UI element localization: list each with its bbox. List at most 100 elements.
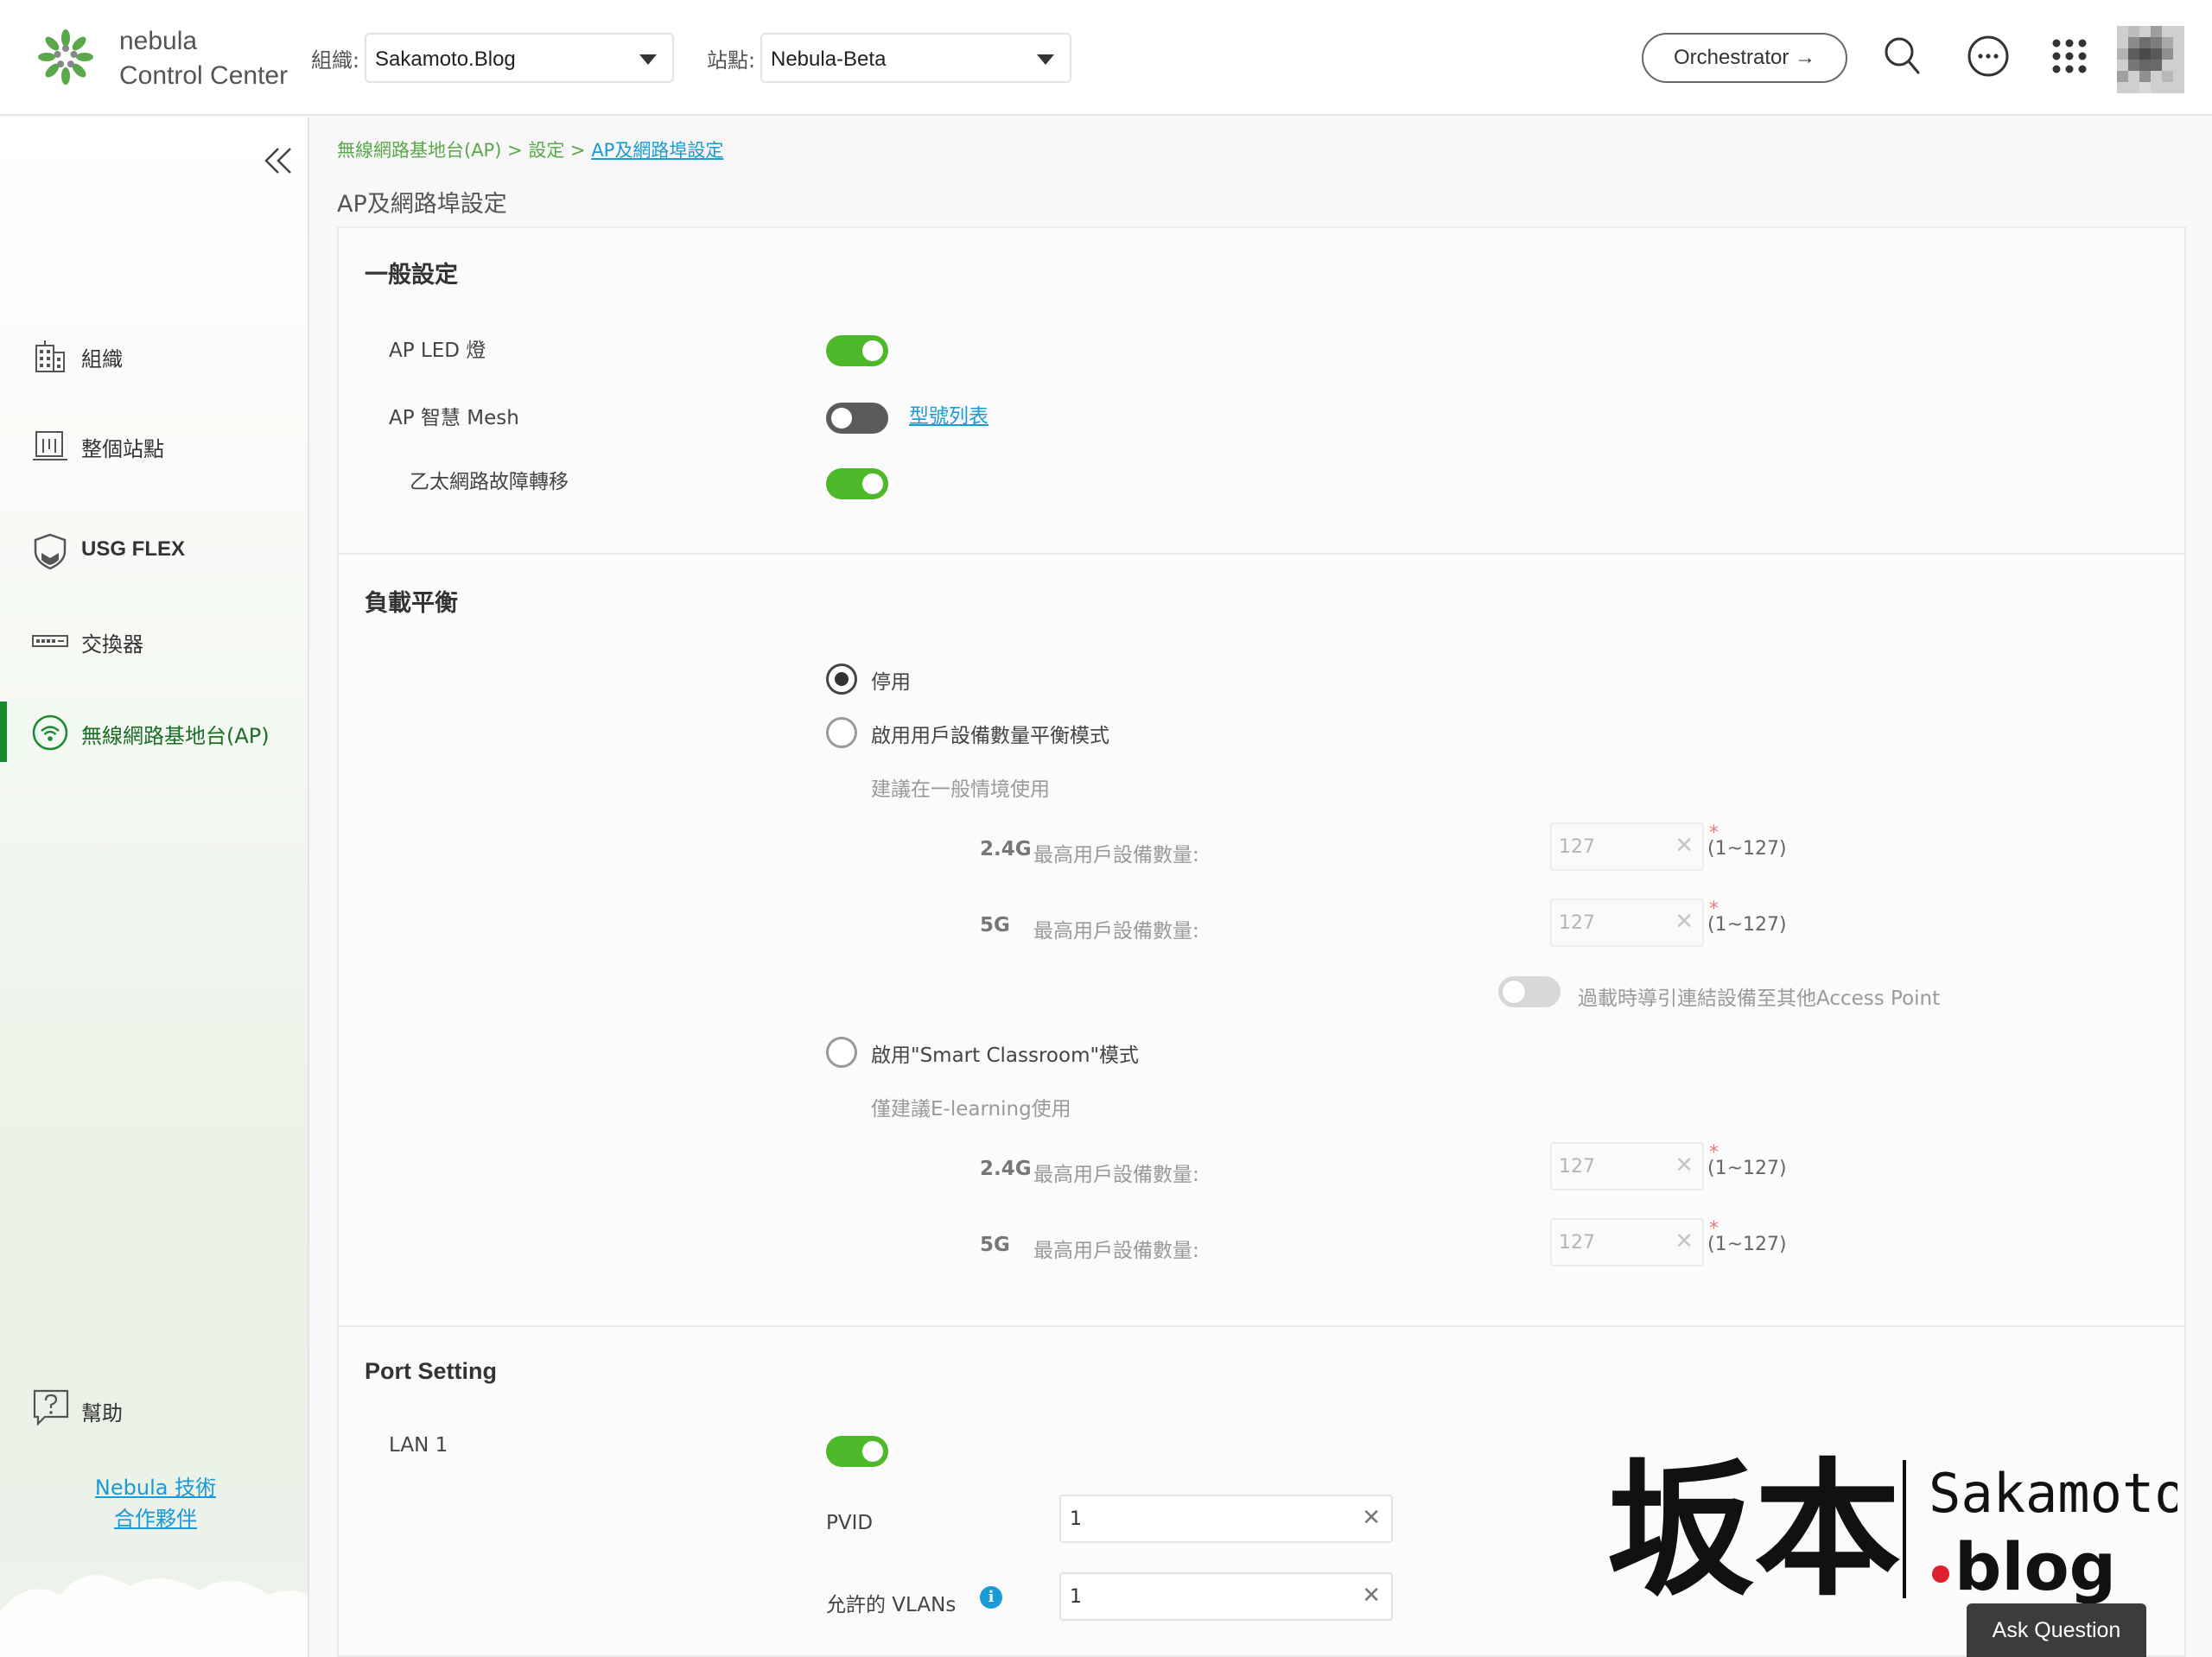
smart-classroom-hint: 僅建議E-learning使用 xyxy=(871,1098,1071,1121)
allowed-vlans-label: 允許的 VLANs xyxy=(826,1594,957,1616)
clouds-decoration xyxy=(0,1575,308,1657)
max-clients-label: 最高用戶設備數量: xyxy=(1033,1164,1199,1186)
watermark-line2: blog xyxy=(1955,1528,2116,1605)
section-divider xyxy=(339,1325,2184,1327)
lan1-label: LAN 1 xyxy=(389,1434,448,1457)
max-clients-label: 最高用戶設備數量: xyxy=(1033,1240,1199,1262)
general-section-title: 一般設定 xyxy=(365,262,458,289)
pvid-label: PVID xyxy=(826,1512,874,1534)
sidebar-item-switch[interactable]: 交換器 xyxy=(0,610,308,670)
search-icon[interactable] xyxy=(1877,31,1927,81)
client-balance-hint: 建議在一般情境使用 xyxy=(871,778,1050,801)
range-hint: (1~127) xyxy=(1707,838,1787,860)
app-title-line1: nebula xyxy=(119,27,198,55)
load-balance-section-title: 負載平衡 xyxy=(365,590,458,617)
max-clients-5g-input[interactable]: 127 ✕ xyxy=(1550,898,1704,947)
lan1-toggle[interactable] xyxy=(826,1436,888,1467)
clear-icon[interactable]: ✕ xyxy=(1675,833,1694,859)
input-value: 127 xyxy=(1559,912,1595,934)
clear-icon[interactable]: ✕ xyxy=(1675,1228,1694,1254)
breadcrumb: 無線網路基地台(AP) > 設定 > AP及網路埠設定 xyxy=(337,136,723,162)
sidebar-item-label: USG FLEX xyxy=(81,537,186,561)
sidebar-item-help[interactable]: 幫助 xyxy=(0,1379,308,1439)
sakamoto-blog-watermark: 坂本 Sakamoto blog xyxy=(1607,1417,2187,1633)
collapse-sidebar-icon[interactable] xyxy=(259,142,297,180)
avatar[interactable] xyxy=(2117,26,2184,93)
clear-icon[interactable]: ✕ xyxy=(1675,1152,1694,1178)
chevron-down-icon xyxy=(639,54,657,65)
sidebar-item-organization[interactable]: 組織 xyxy=(0,325,308,385)
breadcrumb-path[interactable]: 無線網路基地台(AP) > 設定 > xyxy=(337,140,591,161)
sidebar-item-label: 交換器 xyxy=(81,632,143,657)
input-value: 127 xyxy=(1559,1156,1595,1178)
ethernet-failover-toggle[interactable] xyxy=(826,468,888,499)
radio-client-balance[interactable] xyxy=(826,717,857,748)
ap-led-toggle[interactable] xyxy=(826,335,888,366)
max-clients-label: 最高用戶設備數量: xyxy=(1033,920,1199,943)
radio-client-balance-label: 啟用用戶設備數量平衡模式 xyxy=(871,725,1109,747)
site-select[interactable]: Nebula-Beta xyxy=(760,33,1071,83)
wifi-icon xyxy=(32,714,68,751)
info-icon[interactable]: i xyxy=(980,1586,1002,1609)
clear-icon[interactable]: ✕ xyxy=(1675,909,1694,935)
input-value: 1 xyxy=(1070,1508,1082,1530)
band-24g-label: 2.4G xyxy=(980,1158,1032,1180)
max-clients-label: 最高用戶設備數量: xyxy=(1033,844,1199,867)
toggle-knob xyxy=(862,1441,883,1462)
help-label: 幫助 xyxy=(81,1401,123,1425)
clear-icon[interactable]: ✕ xyxy=(1362,1505,1381,1531)
radio-smart-classroom[interactable] xyxy=(826,1037,857,1068)
shield-icon xyxy=(34,533,67,570)
apps-grid-icon[interactable] xyxy=(2044,31,2094,81)
clear-icon[interactable]: ✕ xyxy=(1362,1583,1381,1609)
app-title: nebula Control Center xyxy=(119,24,288,93)
range-hint: (1~127) xyxy=(1707,914,1787,936)
radio-disable-label: 停用 xyxy=(871,671,911,694)
steer-clients-label: 過載時導引連結設備至其他Access Point xyxy=(1578,987,1941,1010)
sidebar-item-ap[interactable]: 無線網路基地台(AP) xyxy=(0,702,308,762)
site-label: 站點: xyxy=(707,48,756,73)
orchestrator-button[interactable]: Orchestrator → xyxy=(1642,33,1847,83)
section-divider xyxy=(339,553,2184,555)
chevron-down-icon xyxy=(1037,54,1054,65)
sidebar-item-label: 整個站點 xyxy=(81,437,164,461)
band-5g-label: 5G xyxy=(980,914,1010,936)
band-5g-label: 5G xyxy=(980,1234,1010,1256)
input-value: 127 xyxy=(1559,1232,1595,1254)
chat-icon[interactable] xyxy=(1963,31,2013,81)
watermark-graphic: 坂本 Sakamoto blog xyxy=(1607,1444,2187,1616)
input-value: 127 xyxy=(1559,836,1595,858)
pvid-input[interactable]: 1 ✕ xyxy=(1059,1495,1393,1543)
partner-link-line1[interactable]: Nebula 技術 xyxy=(52,1472,259,1503)
range-hint: (1~127) xyxy=(1707,1234,1787,1255)
ap-mesh-toggle[interactable] xyxy=(826,403,888,434)
watermark-kanji: 坂本 xyxy=(1607,1444,1901,1616)
max-clients-24g-input[interactable]: 127 ✕ xyxy=(1550,822,1704,871)
classroom-max-clients-5g-input[interactable]: 127 ✕ xyxy=(1550,1218,1704,1267)
toggle-knob xyxy=(862,340,883,361)
sidebar-item-usg-flex[interactable]: USG FLEX xyxy=(0,520,308,581)
help-icon xyxy=(33,1389,69,1426)
ap-mesh-label: AP 智慧 Mesh xyxy=(389,407,519,429)
org-label: 組織: xyxy=(311,48,360,73)
watermark-line1: Sakamoto xyxy=(1929,1462,2177,1525)
ask-question-button[interactable]: Ask Question xyxy=(1967,1603,2146,1657)
sidebar-item-label: 無線網路基地台(AP) xyxy=(81,724,270,748)
ap-led-label: AP LED 燈 xyxy=(389,340,486,362)
steer-clients-toggle[interactable] xyxy=(1498,976,1560,1007)
ethernet-failover-label: 乙太網路故障轉移 xyxy=(410,471,569,493)
nebula-logo-icon[interactable] xyxy=(35,26,97,88)
allowed-vlans-input[interactable]: 1 ✕ xyxy=(1059,1572,1393,1621)
app-title-line2: Control Center xyxy=(119,61,289,90)
org-select[interactable]: Sakamoto.Blog xyxy=(365,33,674,83)
range-hint: (1~127) xyxy=(1707,1158,1787,1179)
sidebar-item-site[interactable]: 整個站點 xyxy=(0,415,308,475)
classroom-max-clients-24g-input[interactable]: 127 ✕ xyxy=(1550,1142,1704,1190)
radio-disable[interactable] xyxy=(826,663,857,695)
model-list-link[interactable]: 型號列表 xyxy=(909,399,988,429)
toggle-knob xyxy=(862,473,883,494)
toggle-knob xyxy=(1502,980,1526,1004)
breadcrumb-current[interactable]: AP及網路埠設定 xyxy=(591,140,723,161)
top-header: nebula Control Center 組織: Sakamoto.Blog … xyxy=(0,0,2212,116)
page-title: AP及網路埠設定 xyxy=(337,191,507,218)
